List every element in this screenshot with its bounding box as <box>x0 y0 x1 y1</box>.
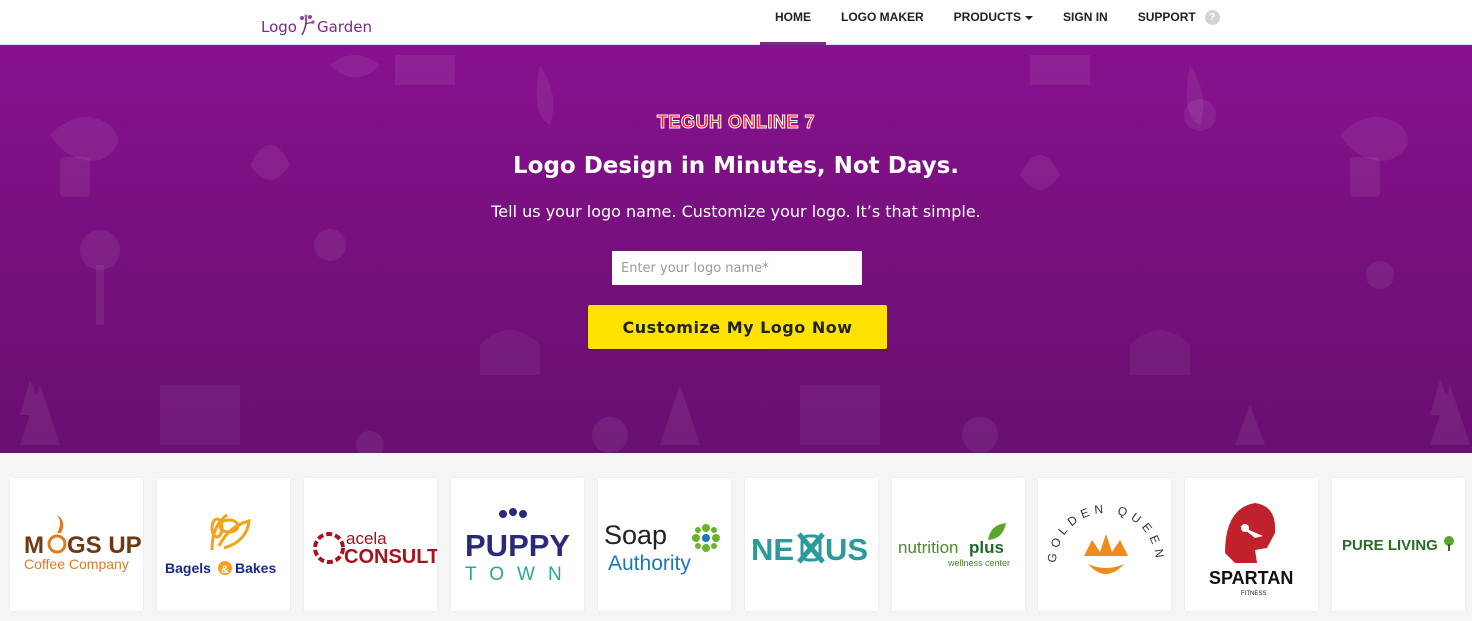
brand-name-left: Logo <box>261 18 297 36</box>
sprout-icon <box>299 14 315 36</box>
logo-mugs-up-rest: GS UP <box>67 532 142 559</box>
nav-products[interactable]: PRODUCTS <box>939 0 1048 45</box>
nav-sign-in-label: SIGN IN <box>1063 10 1108 24</box>
logo-name-input[interactable] <box>612 251 862 285</box>
logo-mugs-up-tagline: Coffee Company <box>24 556 129 572</box>
nav-home-label: HOME <box>775 10 811 24</box>
hero-background-pattern <box>20 55 1470 453</box>
nav-logo-maker[interactable]: LOGO MAKER <box>826 0 939 45</box>
watermark-text: TEGUH ONLINE 7 <box>656 112 815 133</box>
logo-plus-word: plus <box>969 538 1004 557</box>
logo-wellness-tagline: wellness center <box>947 558 1010 568</box>
logo-bagels-amp: & <box>221 564 229 576</box>
logo-consult-word: CONSULT <box>344 546 437 568</box>
logo-card-nexus[interactable]: NE US <box>745 478 878 611</box>
logo-card-acela-consult[interactable]: acela CONSULT <box>304 478 437 611</box>
coffee-cup-icon <box>57 515 64 533</box>
nav-logo-maker-label: LOGO MAKER <box>841 10 924 24</box>
chevron-down-icon <box>1025 15 1034 20</box>
nav-support-label: SUPPORT <box>1137 10 1196 24</box>
logo-bakes-word: Bakes <box>235 560 276 576</box>
logo-card-nutrition-plus[interactable]: nutrition plus wellness center <box>892 478 1025 611</box>
nav-support[interactable]: SUPPORT? <box>1123 0 1235 45</box>
logo-puppy-word: PUPPY <box>465 528 570 563</box>
logo-pure-living-word: PURE LIVING <box>1342 537 1438 554</box>
logo-town-word: TOWN <box>465 564 575 585</box>
logo-nexus-ne: NE <box>751 532 794 567</box>
brand-logo[interactable]: Logo Garden <box>261 4 372 36</box>
logo-card-puppy-town[interactable]: PUPPY TOWN <box>451 478 584 611</box>
customize-logo-button[interactable]: Customize My Logo Now <box>588 305 887 349</box>
hero-banner: TEGUH ONLINE 7 Logo Design in Minutes, N… <box>0 45 1472 453</box>
wheat-icon <box>210 513 251 551</box>
logo-nexus-us: US <box>825 532 868 567</box>
logo-bagels-word: Bagels <box>165 560 211 576</box>
logo-mugs-up-m: M <box>24 532 44 559</box>
logo-soap-word: Soap <box>604 520 667 550</box>
hero-title: Logo Design in Minutes, Not Days. <box>512 153 960 179</box>
nav-home[interactable]: HOME <box>760 0 826 45</box>
logo-nutrition-word: nutrition <box>898 538 958 557</box>
flower-icon <box>692 524 720 552</box>
brand-name-right: Garden <box>316 18 372 36</box>
logo-card-golden-queen[interactable]: GOLDEN QUEEN <box>1038 478 1171 611</box>
tree-icon <box>1444 536 1454 551</box>
knot-icon <box>797 532 825 564</box>
logo-card-pure-living[interactable]: PURE LIVING <box>1332 478 1465 611</box>
question-icon[interactable]: ? <box>1204 10 1220 26</box>
nav-sign-in[interactable]: SIGN IN <box>1048 0 1123 45</box>
logo-card-soap-authority[interactable]: Soap Authority <box>598 478 731 611</box>
site-header: Logo Garden HOME LOGO MAKER PRODUCTS SIG… <box>0 0 1472 45</box>
logo-card-bagels-bakes[interactable]: Bagels & Bakes <box>157 478 290 611</box>
wreath-icon <box>313 532 345 564</box>
logo-spartan-word: SPARTAN <box>1209 568 1293 588</box>
crown-icon <box>1084 534 1128 574</box>
hero-subtitle: Tell us your logo name. Customize your l… <box>491 202 981 221</box>
helmet-icon <box>1225 503 1276 563</box>
logo-fitness-tagline: FITNESS <box>1241 591 1266 597</box>
logo-card-mugs-up[interactable]: M GS UP Coffee Company <box>10 478 143 611</box>
nav-products-label: PRODUCTS <box>953 10 1022 24</box>
logo-examples-strip: M GS UP Coffee Company Bagels & Bakes ac… <box>0 453 1472 621</box>
logo-authority-word: Authority <box>608 552 691 575</box>
main-nav: HOME LOGO MAKER PRODUCTS SIGN IN SUPPORT… <box>760 0 1235 45</box>
logo-card-spartan[interactable]: SPARTAN FITNESS <box>1185 478 1318 611</box>
dog-icon <box>499 508 527 518</box>
